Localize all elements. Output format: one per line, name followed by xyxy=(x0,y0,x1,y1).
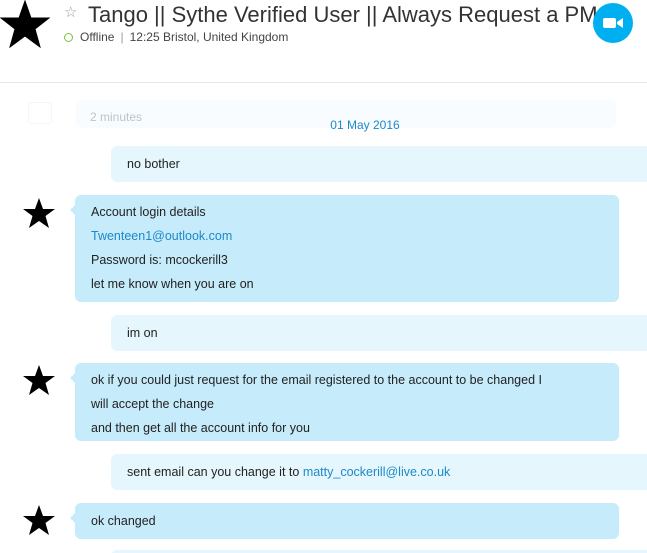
message-text: Account login details xyxy=(91,205,206,219)
message-text-prefix: sent email can you change it to xyxy=(127,465,300,479)
message-text: and then get all the account info for yo… xyxy=(91,421,310,435)
local-time-location: 12:25 Bristol, United Kingdom xyxy=(129,30,289,44)
message-text: let me know when you are on xyxy=(91,277,254,291)
email-link[interactable]: matty_cockerill@live.co.uk xyxy=(303,465,450,479)
message-bubble-outgoing[interactable]: sent email can you change it to matty_co… xyxy=(111,454,647,490)
sender-avatar-star-icon[interactable] xyxy=(21,197,57,231)
message-text: Password is: mcockerill3 xyxy=(91,253,228,267)
message-bubble-outgoing[interactable]: no bother xyxy=(111,146,647,182)
contact-name[interactable]: Tango || Sythe Verified User || Always R… xyxy=(88,2,598,28)
message-bubble-incoming[interactable]: ok if you could just request for the ema… xyxy=(70,363,619,441)
message-text: sent email can you change it to matty_co… xyxy=(127,460,631,484)
message-bubble-outgoing[interactable]: im on xyxy=(111,315,647,351)
message-text: will accept the change xyxy=(91,397,214,411)
favorite-star-icon[interactable]: ☆ xyxy=(64,4,77,22)
presence-ring-icon xyxy=(64,32,73,42)
message-text: ok changed xyxy=(91,514,156,528)
chat-window: ☆ Tango || Sythe Verified User || Always… xyxy=(0,0,647,553)
message-text: ok if you could just request for the ema… xyxy=(91,373,542,387)
message-bubble-incoming[interactable]: Account login details Twenteen1@outlook.… xyxy=(70,195,619,302)
message-text: im on xyxy=(127,326,158,340)
sender-avatar-star-icon[interactable] xyxy=(21,364,57,398)
status-text: Offline xyxy=(80,30,115,44)
status-separator: | xyxy=(120,30,124,44)
conversation-header: ☆ Tango || Sythe Verified User || Always… xyxy=(0,0,647,83)
contact-avatar[interactable] xyxy=(0,0,50,52)
message-text: no bother xyxy=(127,157,180,171)
video-call-button[interactable] xyxy=(593,3,633,43)
date-separator: 01 May 2016 xyxy=(330,118,400,132)
email-link[interactable]: Twenteen1@outlook.com xyxy=(91,224,603,248)
video-camera-icon xyxy=(603,18,623,28)
presence-status: Offline | 12:25 Bristol, United Kingdom xyxy=(64,30,288,44)
message-bubble-incoming[interactable]: ok changed xyxy=(70,503,619,539)
sender-avatar-star-icon[interactable] xyxy=(21,504,57,538)
